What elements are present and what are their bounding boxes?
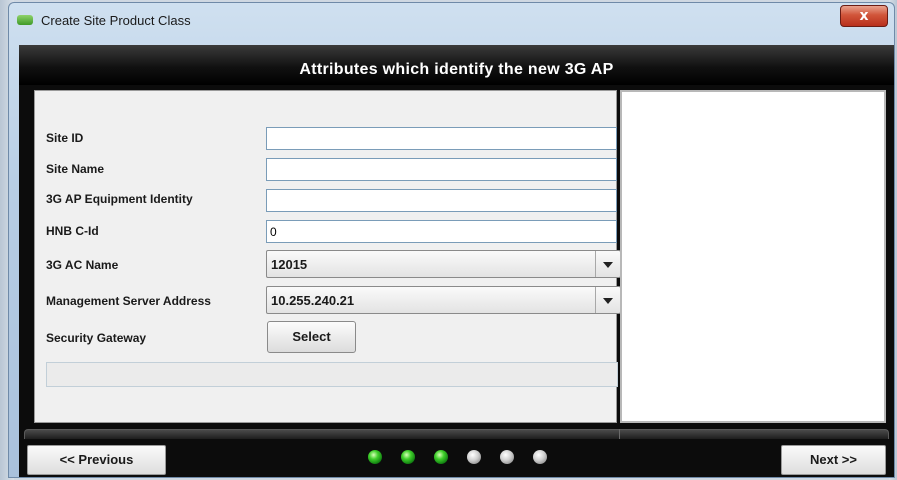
security-gateway-label: Security Gateway [46,331,147,345]
window-title: Create Site Product Class [41,13,191,28]
mgmt-server-value: 10.255.240.21 [271,293,355,308]
previous-button[interactable]: << Previous [27,445,166,475]
hnb-cid-field[interactable] [266,220,617,243]
site-id-field[interactable] [266,127,617,150]
close-icon: x [859,8,869,24]
chevron-down-icon [603,262,613,268]
ac-name-dropdown[interactable]: 12015 [266,250,621,278]
select-gateway-button[interactable]: Select [267,321,356,353]
header-band: Attributes which identify the new 3G AP [19,45,894,85]
equipment-identity-label: 3G AP Equipment Identity [46,192,193,206]
mgmt-server-dropdown[interactable]: 10.255.240.21 [266,286,621,314]
ac-name-value: 12015 [271,257,308,272]
wizard-content: Attributes which identify the new 3G AP … [19,45,894,477]
step-dot-completed [434,450,448,464]
step-dot-pending [533,450,547,464]
footer-separator [24,429,889,439]
mgmt-server-label: Management Server Address [46,294,211,308]
title-bar[interactable]: Create Site Product Class x [9,3,894,39]
site-name-field[interactable] [266,158,617,181]
app-icon [17,15,33,25]
step-dot-pending [467,450,481,464]
step-dot-completed [401,450,415,464]
mgmt-server-dropdown-button[interactable] [595,287,620,313]
hnb-cid-label: HNB C-Id [46,224,99,238]
next-button[interactable]: Next >> [781,445,886,475]
step-dot-completed [368,450,382,464]
status-bar [46,362,618,387]
equipment-identity-field[interactable] [266,189,617,212]
step-dot-pending [500,450,514,464]
footer-divider [619,429,620,439]
site-id-label: Site ID [46,131,84,145]
page-title: Attributes which identify the new 3G AP [299,61,614,78]
close-button[interactable]: x [840,5,888,27]
ac-name-dropdown-button[interactable] [595,251,620,277]
site-name-label: Site Name [46,162,105,176]
details-panel [620,90,886,423]
ac-name-label: 3G AC Name [46,258,119,272]
chevron-down-icon [603,298,613,304]
dialog-window: Create Site Product Class x Attributes w… [8,2,895,478]
attributes-form-panel: Site ID Site Name 3G AP Equipment Identi… [34,90,621,423]
